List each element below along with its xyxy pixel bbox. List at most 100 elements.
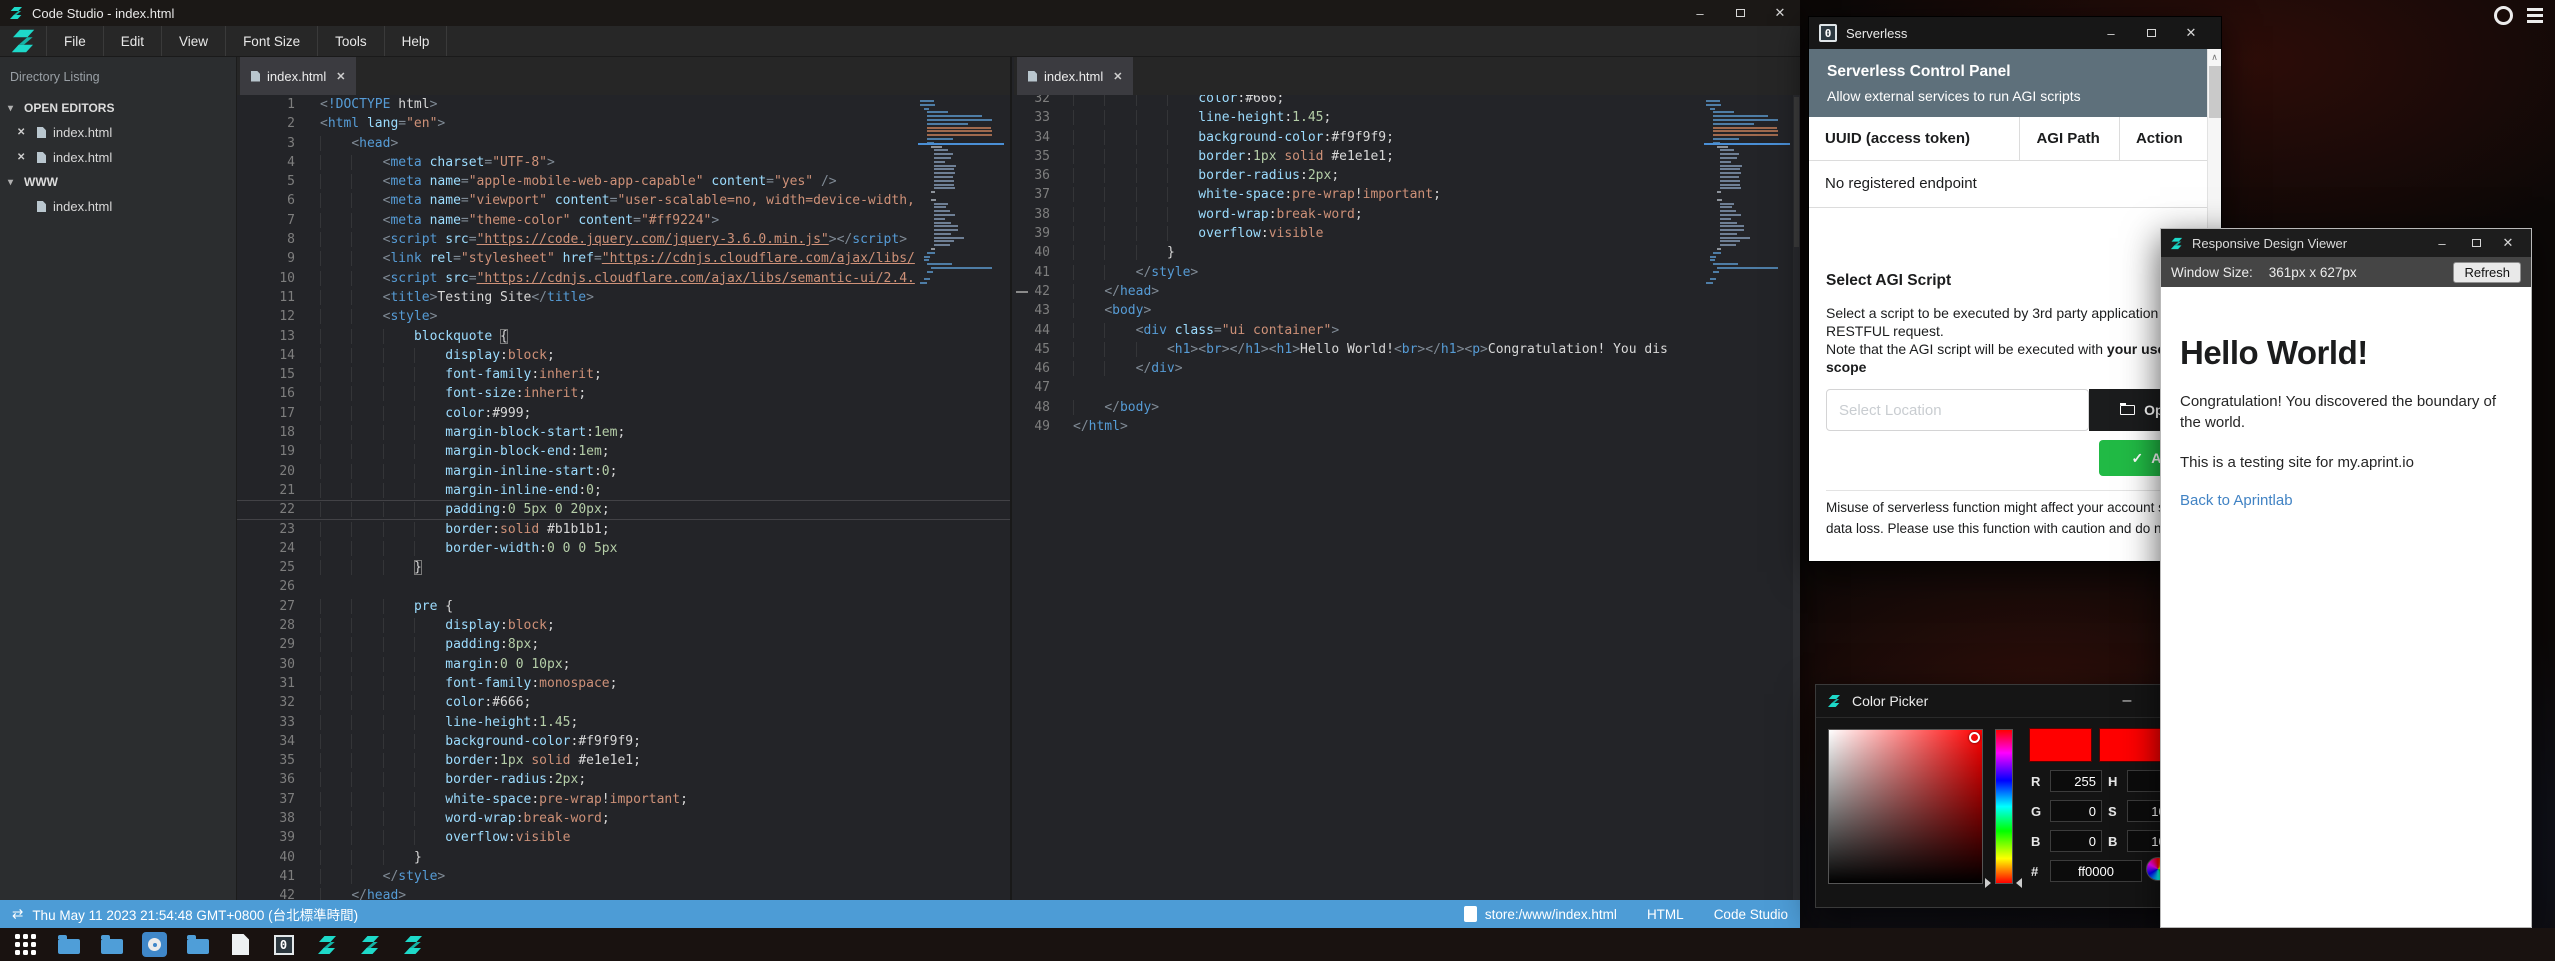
code-line-37[interactable]: 37 white-space:pre-wrap!important; <box>237 790 1010 809</box>
code-line-14[interactable]: 14 display:block; <box>237 346 1010 365</box>
tab-index-html[interactable]: index.html ✕ <box>1017 57 1133 95</box>
code-line-47[interactable]: 47 <box>1014 378 1800 397</box>
script-location-input[interactable] <box>1826 389 2089 431</box>
minimize-button[interactable]: – <box>2091 17 2131 49</box>
code-line-4[interactable]: 4 <meta charset="UTF-8"> <box>237 153 1010 172</box>
scrollbar[interactable] <box>1793 95 1800 900</box>
code-line-15[interactable]: 15 font-family:inherit; <box>237 365 1010 384</box>
hex-value-field[interactable]: ff0000 <box>2050 860 2142 882</box>
code-studio-icon[interactable] <box>313 931 340 958</box>
code-line-38[interactable]: 38 word-wrap:break-word; <box>237 809 1010 828</box>
tab-close-icon[interactable]: ✕ <box>336 70 345 83</box>
saturation-brightness-field[interactable] <box>1828 729 1983 884</box>
media-player-icon[interactable] <box>141 931 168 958</box>
code-line-1[interactable]: 1<!DOCTYPE html> <box>237 95 1010 114</box>
hue-arrow-right-icon[interactable] <box>2016 878 2022 888</box>
minimize-button[interactable]: – <box>2425 229 2459 257</box>
code-line-49[interactable]: 49</html> <box>1014 417 1800 436</box>
code-line-3[interactable]: 3 <head> <box>237 134 1010 153</box>
code-line-48[interactable]: 48 </body> <box>1014 398 1800 417</box>
tab-close-icon[interactable]: ✕ <box>1113 70 1122 83</box>
code-line-16[interactable]: 16 font-size:inherit; <box>237 384 1010 403</box>
code-line-44[interactable]: 44 <div class="ui container"> <box>1014 321 1800 340</box>
code-line-23[interactable]: 23 border:solid #b1b1b1; <box>237 520 1010 539</box>
sidebar-section-open-editors[interactable]: ▾OPEN EDITORS <box>0 96 236 120</box>
sidebar-section-www[interactable]: ▾WWW <box>0 170 236 194</box>
code-line-34[interactable]: 34 background-color:#f9f9f9; <box>1014 128 1800 147</box>
minimize-button[interactable]: – <box>2112 685 2142 717</box>
menu-bars-icon[interactable] <box>2527 8 2543 26</box>
sidebar-item-index.html[interactable]: ✕index.html <box>0 145 236 170</box>
code-line-5[interactable]: 5 <meta name="apple-mobile-web-app-capab… <box>237 172 1010 191</box>
text-document-icon[interactable] <box>227 931 254 958</box>
code-editor-right[interactable]: 32 color:#666;33 line-height:1.45;34 bac… <box>1014 95 1800 900</box>
folder-icon[interactable] <box>98 931 125 958</box>
hue-slider[interactable] <box>1995 729 2013 884</box>
menu-edit[interactable]: Edit <box>103 26 161 56</box>
code-line-39[interactable]: 39 overflow:visible <box>1014 224 1800 243</box>
code-line-35[interactable]: 35 border:1px solid #e1e1e1; <box>1014 147 1800 166</box>
blue-value-field[interactable]: 0 <box>2050 830 2102 852</box>
code-line-17[interactable]: 17 color:#999; <box>237 404 1010 423</box>
code-line-2[interactable]: 2<html lang="en"> <box>237 114 1010 133</box>
code-line-13[interactable]: 13 blockquote { <box>237 327 1010 346</box>
menu-file[interactable]: File <box>46 26 103 56</box>
code-line-43[interactable]: 43 <body> <box>1014 301 1800 320</box>
code-line-35[interactable]: 35 border:1px solid #e1e1e1; <box>237 751 1010 770</box>
refresh-button[interactable]: Refresh <box>2453 262 2521 283</box>
ring-icon[interactable] <box>2494 6 2513 25</box>
code-line-26[interactable]: 26 <box>237 577 1010 596</box>
maximize-button[interactable] <box>2131 17 2171 49</box>
code-line-29[interactable]: 29 padding:8px; <box>237 635 1010 654</box>
close-button[interactable]: ✕ <box>2493 229 2523 257</box>
code-studio-icon[interactable] <box>356 931 383 958</box>
status-app-name[interactable]: Code Studio <box>1714 907 1788 922</box>
code-line-32[interactable]: 32 color:#666; <box>1014 95 1800 108</box>
hue-arrow-left-icon[interactable] <box>1985 878 1991 888</box>
code-line-37[interactable]: 37 white-space:pre-wrap!important; <box>1014 185 1800 204</box>
code-line-24[interactable]: 24 border-width:0 0 0 5px <box>237 539 1010 558</box>
status-datetime[interactable]: Thu May 11 2023 21:54:48 GMT+0800 (台北標準時… <box>32 904 358 924</box>
folder-icon[interactable] <box>184 931 211 958</box>
code-line-42[interactable]: 42 </head> <box>237 886 1010 900</box>
status-language[interactable]: HTML <box>1647 907 1684 922</box>
code-line-36[interactable]: 36 border-radius:2px; <box>1014 166 1800 185</box>
code-line-11[interactable]: 11 <title>Testing Site</title> <box>237 288 1010 307</box>
code-line-8[interactable]: 8 <script src="https://code.jquery.com/j… <box>237 230 1010 249</box>
sidebar-item-index.html[interactable]: index.html <box>0 194 236 219</box>
minimap-left[interactable] <box>920 99 1002 285</box>
code-line-27[interactable]: 27 pre { <box>237 597 1010 616</box>
sidebar-item-index.html[interactable]: ✕index.html <box>0 120 236 145</box>
code-line-32[interactable]: 32 color:#666; <box>237 693 1010 712</box>
tab-index-html[interactable]: index.html ✕ <box>240 57 356 95</box>
code-line-34[interactable]: 34 background-color:#f9f9f9; <box>237 732 1010 751</box>
code-line-39[interactable]: 39 overflow:visible <box>237 828 1010 847</box>
close-button[interactable]: ✕ <box>2171 17 2211 49</box>
minimap-right[interactable] <box>1706 99 1788 285</box>
app-grid-icon[interactable] <box>12 931 39 958</box>
code-line-6[interactable]: 6 <meta name="viewport" content="user-sc… <box>237 191 1010 210</box>
serverless-app-icon[interactable]: 0 <box>270 931 297 958</box>
color-selector-handle[interactable] <box>1969 732 1980 743</box>
maximize-button[interactable] <box>1720 0 1760 26</box>
minimize-button[interactable]: – <box>1680 0 1720 26</box>
folder-icon[interactable] <box>55 931 82 958</box>
code-line-9[interactable]: 9 <link rel="stylesheet" href="https://c… <box>237 249 1010 268</box>
code-studio-icon[interactable] <box>399 931 426 958</box>
code-editor-left[interactable]: 1<!DOCTYPE html>2<html lang="en">3 <head… <box>237 95 1010 900</box>
maximize-button[interactable] <box>2459 229 2493 257</box>
code-line-33[interactable]: 33 line-height:1.45; <box>237 713 1010 732</box>
code-line-33[interactable]: 33 line-height:1.45; <box>1014 108 1800 127</box>
back-to-aprintlab-link[interactable]: Back to Aprintlab <box>2180 492 2512 509</box>
code-line-25[interactable]: 25 } <box>237 558 1010 577</box>
code-line-38[interactable]: 38 word-wrap:break-word; <box>1014 205 1800 224</box>
code-line-30[interactable]: 30 margin:0 0 10px; <box>237 655 1010 674</box>
code-line-18[interactable]: 18 margin-block-start:1em; <box>237 423 1010 442</box>
status-file-path[interactable]: store:/www/index.html <box>1485 907 1617 922</box>
scroll-up-icon[interactable]: ∧ <box>2208 49 2221 63</box>
code-line-42[interactable]: 42 </head> <box>1014 282 1800 301</box>
code-line-41[interactable]: 41 </style> <box>237 867 1010 886</box>
code-line-22[interactable]: 22 padding:0 5px 0 20px; <box>237 500 1010 519</box>
code-line-21[interactable]: 21 margin-inline-end:0; <box>237 481 1010 500</box>
code-line-28[interactable]: 28 display:block; <box>237 616 1010 635</box>
